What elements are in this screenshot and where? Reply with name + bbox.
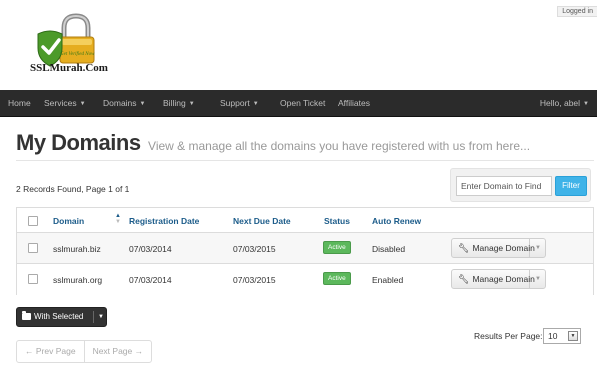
domains-table: Domain ▲ ▼ Registration Date Next Due Dat…: [16, 207, 594, 295]
filter-button[interactable]: Filter: [555, 176, 587, 196]
caret-down-icon: ▼: [583, 101, 589, 107]
row-checkbox[interactable]: [28, 243, 38, 253]
nav-domains[interactable]: Domains ▼: [103, 90, 146, 117]
caret-down-icon: ▼: [252, 101, 259, 107]
caret-down-icon: ▼: [188, 101, 195, 107]
prev-page-button[interactable]: ← Prev Page: [17, 341, 84, 362]
next-due-date: 07/03/2015: [233, 244, 276, 254]
column-header-status[interactable]: Status: [324, 216, 350, 226]
page-subtitle: View & manage all the domains you have r…: [148, 139, 531, 153]
caret-down-icon: ▼: [535, 245, 541, 251]
column-header-next-due-date[interactable]: Next Due Date: [233, 216, 291, 226]
nav-affiliates[interactable]: Affiliates: [338, 90, 370, 117]
nav-billing-label: Billing: [163, 98, 186, 108]
domain-search-input[interactable]: [456, 176, 552, 196]
nav-affiliates-label: Affiliates: [338, 98, 370, 108]
status-badge: Active: [323, 241, 351, 254]
table-row: sslmurah.biz 07/03/2014 07/03/2015 Activ…: [17, 233, 593, 264]
nav-home[interactable]: Home: [8, 90, 31, 117]
wrench-icon: 🔧︎: [458, 243, 470, 253]
caret-down-icon: ▼: [79, 101, 86, 107]
manage-domain-dropdown-toggle[interactable]: ▼: [531, 270, 545, 288]
with-selected-dropdown-toggle[interactable]: ▼: [96, 308, 106, 326]
nav-support-label: Support: [220, 98, 250, 108]
select-all-checkbox[interactable]: [28, 216, 38, 226]
manage-domain-button-group: 🔧︎ Manage Domain ▼: [451, 238, 546, 258]
caret-down-icon: ▼: [98, 314, 104, 320]
records-summary: 2 Records Found, Page 1 of 1: [16, 184, 130, 194]
row-checkbox[interactable]: [28, 274, 38, 284]
manage-domain-dropdown-toggle[interactable]: ▼: [531, 239, 545, 257]
user-greeting: Hello, abel: [539, 98, 581, 108]
page-title: My Domains: [16, 130, 141, 155]
logged-in-indicator[interactable]: Logged in: [557, 6, 597, 17]
with-selected-main[interactable]: With Selected: [17, 308, 95, 326]
divider: [16, 160, 594, 161]
site-header: Get Verified Now SSLMurah.Com Logged in: [0, 0, 597, 90]
caret-down-icon: ▼: [535, 276, 541, 282]
status-badge: Active: [323, 272, 351, 285]
brand-name: SSLMurah.Com: [30, 62, 108, 74]
sort-icon[interactable]: ▲ ▼: [115, 213, 121, 225]
column-header-domain[interactable]: Domain: [53, 216, 84, 226]
wrench-icon: 🔧︎: [458, 274, 470, 284]
nav-user-menu[interactable]: Hello, abel ▼: [540, 90, 589, 117]
with-selected-button[interactable]: With Selected ▼: [16, 307, 107, 327]
nav-services-label: Services: [44, 98, 77, 108]
nav-home-label: Home: [8, 98, 31, 108]
column-header-auto-renew[interactable]: Auto Renew: [372, 216, 421, 226]
results-per-page-select[interactable]: 10 ▼: [543, 328, 581, 344]
caret-down-icon: ▼: [139, 101, 146, 107]
divider: [93, 311, 94, 323]
manage-domain-button[interactable]: 🔧︎ Manage Domain: [452, 239, 535, 257]
manage-domain-label: Manage Domain: [472, 243, 535, 253]
nav-billing[interactable]: Billing ▼: [163, 90, 195, 117]
results-per-page-label: Results Per Page:: [474, 331, 543, 341]
next-due-date: 07/03/2015: [233, 275, 276, 285]
nav-domains-label: Domains: [103, 98, 137, 108]
nav-services[interactable]: Services ▼: [44, 90, 86, 117]
domain-link[interactable]: sslmurah.org: [53, 275, 102, 285]
nav-open-ticket[interactable]: Open Ticket: [280, 90, 325, 117]
registration-date: 07/03/2014: [129, 275, 172, 285]
main-navbar: Home Services ▼ Domains ▼ Billing ▼ Support…: [0, 90, 597, 117]
with-selected-label: With Selected: [34, 312, 84, 321]
manage-domain-button[interactable]: 🔧︎ Manage Domain: [452, 270, 535, 288]
domain-search-panel: Filter: [450, 168, 591, 202]
registration-date: 07/03/2014: [129, 244, 172, 254]
manage-domain-label: Manage Domain: [472, 274, 535, 284]
table-row: sslmurah.org 07/03/2014 07/03/2015 Activ…: [17, 264, 593, 295]
table-header: Domain ▲ ▼ Registration Date Next Due Dat…: [17, 208, 593, 233]
auto-renew-value: Disabled: [372, 244, 406, 254]
brand-tagline: Get Verified Now: [60, 52, 95, 57]
nav-open-ticket-label: Open Ticket: [280, 98, 326, 108]
nav-support[interactable]: Support ▼: [220, 90, 259, 117]
pagination: ← Prev Page Next Page →: [16, 340, 153, 363]
folder-icon: [22, 311, 31, 320]
column-header-registration-date[interactable]: Registration Date: [129, 216, 199, 226]
auto-renew-value: Enabled: [372, 275, 404, 285]
results-per-page-value: 10: [548, 331, 558, 341]
domain-link[interactable]: sslmurah.biz: [53, 244, 101, 254]
next-page-button[interactable]: Next Page →: [83, 341, 152, 362]
page-header: My Domains View & manage all the domains…: [16, 130, 530, 156]
chevron-down-icon[interactable]: ▼: [568, 331, 578, 341]
manage-domain-button-group: 🔧︎ Manage Domain ▼: [451, 269, 546, 289]
